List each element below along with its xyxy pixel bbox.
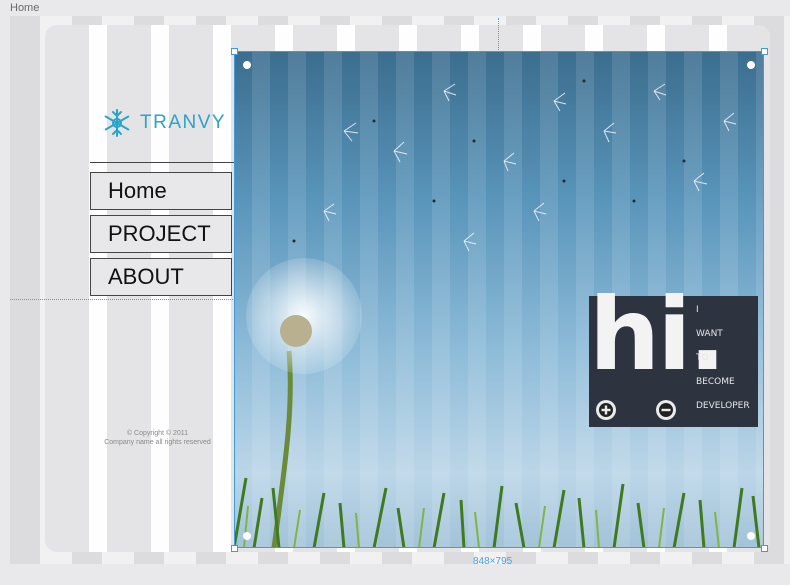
- horizontal-guide[interactable]: [10, 299, 235, 300]
- brand[interactable]: TRANVY: [102, 108, 226, 138]
- nav-about-button[interactable]: ABOUT: [90, 258, 232, 296]
- corner-radius-handle-top-right[interactable]: [747, 61, 755, 69]
- hi-word: BECOME: [696, 377, 735, 387]
- resize-handle-bottom-left[interactable]: [231, 545, 238, 552]
- resize-handle-top-right[interactable]: [761, 48, 768, 55]
- footer-copyright: © Copyright © 2011 Company name all righ…: [100, 429, 215, 447]
- corner-radius-handle-top-left[interactable]: [243, 61, 251, 69]
- resize-handle-top-left[interactable]: [231, 48, 238, 55]
- copyright-line: © Copyright © 2011: [126, 430, 189, 437]
- tab-home[interactable]: Home: [10, 2, 39, 14]
- corner-radius-handle-bottom-right[interactable]: [747, 532, 755, 540]
- plus-circle-icon[interactable]: [595, 399, 617, 421]
- vertical-guide[interactable]: [498, 18, 499, 50]
- selection-size-label: 848×795: [473, 556, 513, 567]
- hi-word: I: [696, 305, 699, 315]
- hi-words: I WANT TO BECOME DEVELOPER: [696, 298, 750, 418]
- nav-home-button[interactable]: Home: [90, 172, 232, 210]
- corner-radius-handle-bottom-left[interactable]: [243, 532, 251, 540]
- resize-handle-bottom-right[interactable]: [761, 545, 768, 552]
- brand-name: TRANVY: [140, 112, 227, 133]
- rights-line: Company name all rights reserved: [104, 439, 211, 446]
- hi-card[interactable]: hi. I WANT TO BECOME DEVELOPER: [589, 276, 758, 427]
- hi-word: TO: [696, 353, 709, 363]
- nav-project-button[interactable]: PROJECT: [90, 215, 232, 253]
- hi-word: DEVELOPER: [696, 401, 750, 411]
- snowflake-logo-icon: [104, 109, 130, 137]
- minus-circle-icon[interactable]: [655, 399, 677, 421]
- hi-word: WANT: [696, 329, 723, 339]
